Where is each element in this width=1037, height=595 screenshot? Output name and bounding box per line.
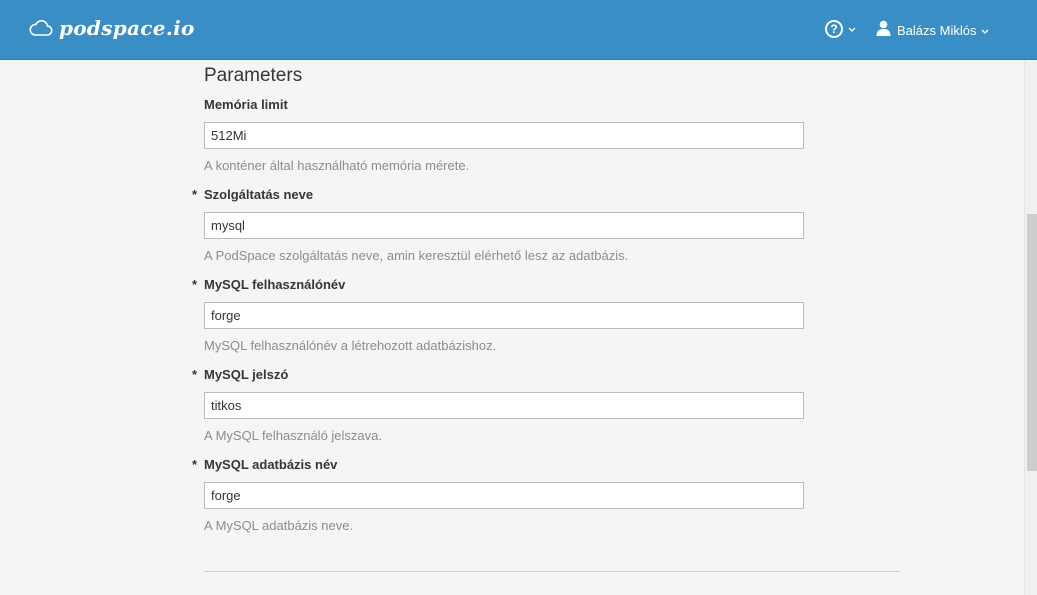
vertical-scrollbar[interactable]	[1024, 60, 1037, 595]
field-mysql-user: * MySQL felhasználónév MySQL felhasználón…	[192, 277, 812, 354]
brand-logo[interactable]: podspace.io	[29, 16, 195, 40]
help-menu-button[interactable]: ?	[825, 20, 856, 38]
field-help-text: MySQL felhasználónév a létrehozott adatb…	[204, 338, 497, 353]
brand-name: podspace.io	[59, 16, 195, 40]
mysql-password-input[interactable]	[204, 392, 804, 419]
question-circle-icon: ?	[825, 20, 843, 38]
main-content: Parameters Memória limit A konténer álta…	[0, 60, 1024, 595]
field-label: * MySQL jelszó	[192, 367, 812, 383]
top-navbar: podspace.io ? Balázs Miklós	[0, 0, 1037, 60]
field-label: Memória limit	[192, 97, 812, 113]
field-label: * Szolgáltatás neve	[192, 187, 812, 203]
field-help-text: A konténer által használható memória mér…	[204, 158, 470, 173]
field-label-text: MySQL adatbázis név	[204, 457, 338, 472]
required-marker: *	[192, 187, 198, 202]
field-label-text: MySQL felhasználónév	[204, 277, 346, 292]
mysql-user-input[interactable]	[204, 302, 804, 329]
field-memory-limit: Memória limit A konténer által használha…	[192, 97, 812, 174]
user-name: Balázs Miklós	[897, 22, 977, 38]
field-service-name: * Szolgáltatás neve A PodSpace szolgáltat…	[192, 187, 812, 264]
section-divider	[204, 571, 900, 572]
field-label-text: Memória limit	[204, 97, 288, 112]
chevron-down-icon	[981, 22, 989, 40]
field-help-text: A PodSpace szolgáltatás neve, amin keres…	[204, 248, 629, 263]
field-help-text: A MySQL adatbázis neve.	[204, 518, 354, 533]
field-label-text: Szolgáltatás neve	[204, 187, 314, 202]
section-title: Parameters	[204, 65, 303, 86]
cloud-icon	[29, 18, 53, 38]
field-label: * MySQL felhasználónév	[192, 277, 812, 293]
field-mysql-password: * MySQL jelszó A MySQL felhasználó jelsza…	[192, 367, 812, 444]
chevron-down-icon	[848, 20, 856, 38]
field-label: * MySQL adatbázis név	[192, 457, 812, 473]
field-help-text: A MySQL felhasználó jelszava.	[204, 428, 382, 443]
field-mysql-database: * MySQL adatbázis név A MySQL adatbázis n…	[192, 457, 812, 534]
required-marker: *	[192, 367, 198, 382]
memory-limit-input[interactable]	[204, 122, 804, 149]
scrollbar-thumb[interactable]	[1027, 214, 1037, 471]
user-menu-button[interactable]: Balázs Miklós	[876, 20, 989, 41]
required-marker: *	[192, 457, 198, 472]
user-icon	[876, 20, 891, 41]
service-name-input[interactable]	[204, 212, 804, 239]
mysql-database-input[interactable]	[204, 482, 804, 509]
field-label-text: MySQL jelszó	[204, 367, 289, 382]
required-marker: *	[192, 277, 198, 292]
